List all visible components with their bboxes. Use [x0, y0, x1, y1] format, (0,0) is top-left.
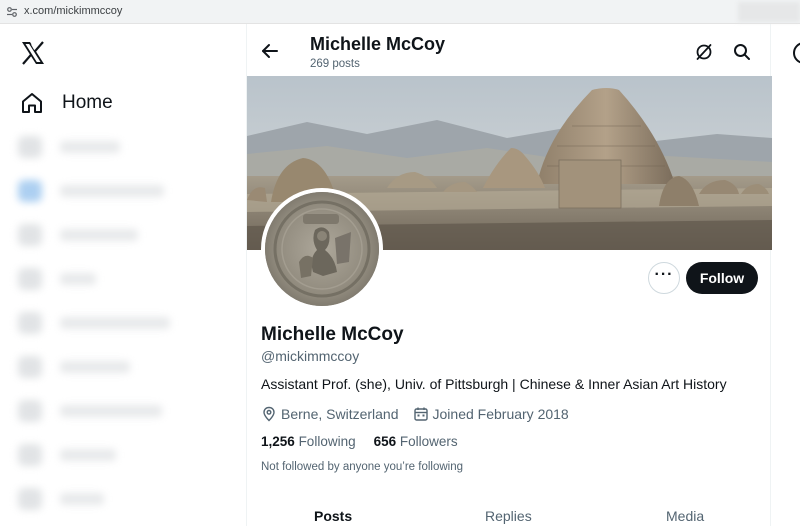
search-icon[interactable]: [732, 42, 752, 62]
profile-header-bar: Michelle McCoy 269 posts: [247, 24, 772, 76]
right-column-edge: [771, 24, 800, 526]
profile-avatar[interactable]: [261, 188, 383, 310]
more-options-icon: ···: [654, 266, 674, 283]
sidebar-item-blurred[interactable]: [18, 134, 120, 160]
sidebar-item-home[interactable]: Home: [20, 88, 113, 118]
sidebar-item-blurred[interactable]: [18, 486, 104, 512]
followers-count: 656: [373, 434, 397, 449]
tab-replies[interactable]: Replies: [485, 508, 532, 524]
sidebar-item-blurred[interactable]: [18, 354, 130, 380]
header-posts-count: 269 posts: [310, 58, 360, 70]
following-count: 1,256: [261, 434, 295, 449]
profile-name: Michelle McCoy: [261, 324, 404, 345]
profile-joined-date: Joined February 2018: [432, 406, 569, 422]
sidebar-item-blurred[interactable]: [18, 442, 116, 468]
arrow-left-icon[interactable]: [259, 40, 281, 62]
cutoff-search-icon[interactable]: [793, 42, 800, 64]
x-logo-icon[interactable]: [20, 40, 46, 66]
browser-address-bar[interactable]: x.com/mickimmccoy: [0, 0, 800, 24]
left-sidebar: Home: [0, 24, 246, 526]
followers-link[interactable]: 656 Followers: [374, 434, 458, 449]
profile-tabs: Posts Replies Media: [247, 504, 772, 526]
tab-media[interactable]: Media: [666, 508, 704, 524]
more-options-button[interactable]: ···: [648, 262, 680, 294]
profile-stats: 1,256 Following 656 Followers: [261, 434, 476, 449]
profile-location: Berne, Switzerland: [281, 406, 399, 422]
profile-meta-row: Berne, Switzerland Joined February 2018: [261, 404, 569, 424]
site-settings-icon[interactable]: [6, 6, 18, 18]
following-label: Following: [298, 434, 356, 449]
grok-icon[interactable]: [694, 42, 714, 62]
following-link[interactable]: 1,256 Following: [261, 434, 356, 449]
profile-handle: @mickimmccoy: [261, 348, 360, 364]
blurred-toolbar-area: [738, 2, 800, 22]
followed-by-note: Not followed by anyone you’re following: [261, 461, 464, 473]
location-pin-icon: [263, 406, 275, 422]
sidebar-item-blurred[interactable]: [18, 310, 170, 336]
follow-button[interactable]: Follow: [686, 262, 758, 294]
sidebar-item-blurred[interactable]: [18, 178, 164, 204]
sidebar-item-blurred[interactable]: [18, 266, 96, 292]
profile-bio: Assistant Prof. (she), Univ. of Pittsbur…: [261, 376, 727, 392]
url-text[interactable]: x.com/mickimmccoy: [24, 5, 122, 17]
profile-column: Michelle McCoy 269 posts ··· Follow Mich…: [246, 24, 772, 526]
sidebar-item-blurred[interactable]: [18, 398, 162, 424]
header-profile-name: Michelle McCoy: [310, 34, 446, 54]
followers-label: Followers: [399, 434, 458, 449]
home-icon: [22, 93, 42, 113]
tab-posts[interactable]: Posts: [314, 508, 352, 524]
sidebar-item-label: Home: [62, 92, 113, 113]
calendar-icon: [413, 407, 428, 421]
sidebar-item-blurred[interactable]: [18, 222, 138, 248]
